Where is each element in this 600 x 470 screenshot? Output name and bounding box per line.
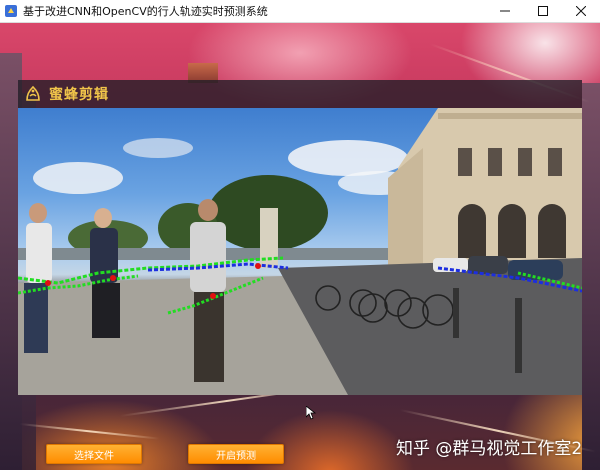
app-icon [3,3,19,19]
window-title-bar[interactable]: 基于改进CNN和OpenCV的行人轨迹实时预测系统 [0,0,600,23]
start-predict-button[interactable]: 开启预测 [188,444,284,464]
maximize-icon [538,6,548,16]
window-controls [486,0,600,22]
close-icon [576,6,586,16]
maximize-button[interactable] [524,0,562,22]
close-button[interactable] [562,0,600,22]
video-frame [18,108,582,395]
mouse-cursor-icon [306,406,316,420]
minimize-icon [500,10,510,12]
zhihu-watermark: 知乎 @群马视觉工作室2 [396,439,583,459]
bee-logo-icon [26,85,40,101]
brand-header: 蜜蜂剪辑 [18,80,582,108]
minimize-button[interactable] [486,0,524,22]
brand-name: 蜜蜂剪辑 [49,87,109,103]
video-display [18,108,582,395]
background-building [582,83,600,470]
window-title: 基于改进CNN和OpenCV的行人轨迹实时预测系统 [23,5,268,18]
light-streak [19,423,160,440]
select-file-button[interactable]: 选择文件 [46,444,142,464]
